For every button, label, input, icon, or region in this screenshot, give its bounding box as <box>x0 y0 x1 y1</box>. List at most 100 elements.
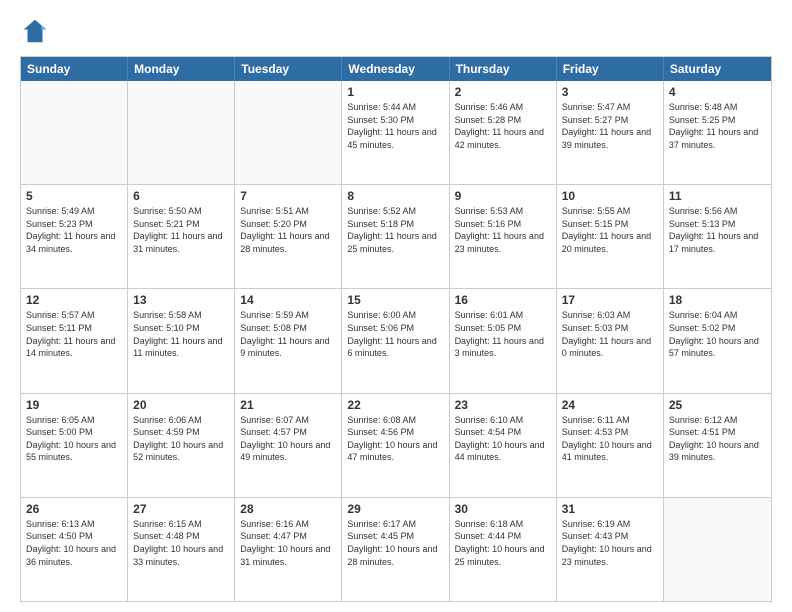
cal-cell: 2 Sunrise: 5:46 AM Sunset: 5:28 PM Daylig… <box>450 81 557 184</box>
calendar: SundayMondayTuesdayWednesdayThursdayFrid… <box>20 56 772 602</box>
day-header-wednesday: Wednesday <box>342 57 449 81</box>
day-number: 11 <box>669 189 766 203</box>
cal-cell: 24 Sunrise: 6:11 AM Sunset: 4:53 PM Dayli… <box>557 394 664 497</box>
cal-cell <box>128 81 235 184</box>
cell-details: Sunrise: 5:44 AM Sunset: 5:30 PM Dayligh… <box>347 101 443 151</box>
cell-details: Sunrise: 6:13 AM Sunset: 4:50 PM Dayligh… <box>26 518 122 568</box>
cal-cell: 26 Sunrise: 6:13 AM Sunset: 4:50 PM Dayli… <box>21 498 128 601</box>
week-row-5: 26 Sunrise: 6:13 AM Sunset: 4:50 PM Dayli… <box>21 498 771 601</box>
cal-cell: 31 Sunrise: 6:19 AM Sunset: 4:43 PM Dayli… <box>557 498 664 601</box>
cal-cell: 25 Sunrise: 6:12 AM Sunset: 4:51 PM Dayli… <box>664 394 771 497</box>
cell-details: Sunrise: 6:07 AM Sunset: 4:57 PM Dayligh… <box>240 414 336 464</box>
cal-cell: 14 Sunrise: 5:59 AM Sunset: 5:08 PM Dayli… <box>235 289 342 392</box>
week-row-3: 12 Sunrise: 5:57 AM Sunset: 5:11 PM Dayli… <box>21 289 771 393</box>
cell-details: Sunrise: 6:04 AM Sunset: 5:02 PM Dayligh… <box>669 309 766 359</box>
cell-details: Sunrise: 5:52 AM Sunset: 5:18 PM Dayligh… <box>347 205 443 255</box>
cell-details: Sunrise: 6:06 AM Sunset: 4:59 PM Dayligh… <box>133 414 229 464</box>
cell-details: Sunrise: 5:55 AM Sunset: 5:15 PM Dayligh… <box>562 205 658 255</box>
cal-cell: 17 Sunrise: 6:03 AM Sunset: 5:03 PM Dayli… <box>557 289 664 392</box>
day-number: 19 <box>26 398 122 412</box>
day-number: 8 <box>347 189 443 203</box>
cell-details: Sunrise: 6:11 AM Sunset: 4:53 PM Dayligh… <box>562 414 658 464</box>
day-header-sunday: Sunday <box>21 57 128 81</box>
day-number: 14 <box>240 293 336 307</box>
cal-cell: 18 Sunrise: 6:04 AM Sunset: 5:02 PM Dayli… <box>664 289 771 392</box>
cal-cell: 21 Sunrise: 6:07 AM Sunset: 4:57 PM Dayli… <box>235 394 342 497</box>
day-number: 29 <box>347 502 443 516</box>
cell-details: Sunrise: 6:03 AM Sunset: 5:03 PM Dayligh… <box>562 309 658 359</box>
cal-cell: 6 Sunrise: 5:50 AM Sunset: 5:21 PM Daylig… <box>128 185 235 288</box>
cal-cell: 5 Sunrise: 5:49 AM Sunset: 5:23 PM Daylig… <box>21 185 128 288</box>
day-number: 10 <box>562 189 658 203</box>
day-number: 24 <box>562 398 658 412</box>
cal-cell: 28 Sunrise: 6:16 AM Sunset: 4:47 PM Dayli… <box>235 498 342 601</box>
cell-details: Sunrise: 6:00 AM Sunset: 5:06 PM Dayligh… <box>347 309 443 359</box>
cell-details: Sunrise: 6:01 AM Sunset: 5:05 PM Dayligh… <box>455 309 551 359</box>
cal-cell: 9Sunrise: 5:53 AM Sunset: 5:16 PM Daylig… <box>450 185 557 288</box>
day-number: 7 <box>240 189 336 203</box>
day-number: 31 <box>562 502 658 516</box>
day-number: 3 <box>562 85 658 99</box>
cell-details: Sunrise: 5:48 AM Sunset: 5:25 PM Dayligh… <box>669 101 766 151</box>
day-number: 28 <box>240 502 336 516</box>
logo <box>20 16 54 46</box>
cal-cell: 27Sunrise: 6:15 AM Sunset: 4:48 PM Dayli… <box>128 498 235 601</box>
cell-details: Sunrise: 5:47 AM Sunset: 5:27 PM Dayligh… <box>562 101 658 151</box>
day-number: 25 <box>669 398 766 412</box>
cell-details: Sunrise: 6:10 AM Sunset: 4:54 PM Dayligh… <box>455 414 551 464</box>
day-header-thursday: Thursday <box>450 57 557 81</box>
cal-cell: 10 Sunrise: 5:55 AM Sunset: 5:15 PM Dayli… <box>557 185 664 288</box>
cell-details: Sunrise: 6:05 AM Sunset: 5:00 PM Dayligh… <box>26 414 122 464</box>
calendar-body: 1Sunrise: 5:44 AM Sunset: 5:30 PM Daylig… <box>21 81 771 601</box>
cell-details: Sunrise: 6:19 AM Sunset: 4:43 PM Dayligh… <box>562 518 658 568</box>
cal-cell: 3 Sunrise: 5:47 AM Sunset: 5:27 PM Daylig… <box>557 81 664 184</box>
cell-details: Sunrise: 6:16 AM Sunset: 4:47 PM Dayligh… <box>240 518 336 568</box>
day-number: 2 <box>455 85 551 99</box>
day-header-tuesday: Tuesday <box>235 57 342 81</box>
cal-cell <box>21 81 128 184</box>
day-number: 16 <box>455 293 551 307</box>
cell-details: Sunrise: 5:50 AM Sunset: 5:21 PM Dayligh… <box>133 205 229 255</box>
day-number: 23 <box>455 398 551 412</box>
day-number: 27 <box>133 502 229 516</box>
day-number: 30 <box>455 502 551 516</box>
cell-details: Sunrise: 6:12 AM Sunset: 4:51 PM Dayligh… <box>669 414 766 464</box>
day-header-friday: Friday <box>557 57 664 81</box>
cal-cell: 1Sunrise: 5:44 AM Sunset: 5:30 PM Daylig… <box>342 81 449 184</box>
cell-details: Sunrise: 5:51 AM Sunset: 5:20 PM Dayligh… <box>240 205 336 255</box>
cell-details: Sunrise: 5:56 AM Sunset: 5:13 PM Dayligh… <box>669 205 766 255</box>
cal-cell: 30 Sunrise: 6:18 AM Sunset: 4:44 PM Dayli… <box>450 498 557 601</box>
cell-details: Sunrise: 6:18 AM Sunset: 4:44 PM Dayligh… <box>455 518 551 568</box>
cell-details: Sunrise: 5:57 AM Sunset: 5:11 PM Dayligh… <box>26 309 122 359</box>
cal-cell: 19 Sunrise: 6:05 AM Sunset: 5:00 PM Dayli… <box>21 394 128 497</box>
cell-details: Sunrise: 6:17 AM Sunset: 4:45 PM Dayligh… <box>347 518 443 568</box>
cal-cell: 11 Sunrise: 5:56 AM Sunset: 5:13 PM Dayli… <box>664 185 771 288</box>
cell-details: Sunrise: 5:53 AM Sunset: 5:16 PM Dayligh… <box>455 205 551 255</box>
day-number: 22 <box>347 398 443 412</box>
day-number: 17 <box>562 293 658 307</box>
day-number: 18 <box>669 293 766 307</box>
cell-details: Sunrise: 5:58 AM Sunset: 5:10 PM Dayligh… <box>133 309 229 359</box>
day-header-saturday: Saturday <box>664 57 771 81</box>
cell-details: Sunrise: 5:46 AM Sunset: 5:28 PM Dayligh… <box>455 101 551 151</box>
cal-cell: 4 Sunrise: 5:48 AM Sunset: 5:25 PM Daylig… <box>664 81 771 184</box>
day-number: 15 <box>347 293 443 307</box>
cal-cell: 13Sunrise: 5:58 AM Sunset: 5:10 PM Dayli… <box>128 289 235 392</box>
day-number: 12 <box>26 293 122 307</box>
logo-icon <box>20 16 50 46</box>
cal-cell: 29 Sunrise: 6:17 AM Sunset: 4:45 PM Dayli… <box>342 498 449 601</box>
cal-cell: 8 Sunrise: 5:52 AM Sunset: 5:18 PM Daylig… <box>342 185 449 288</box>
cell-details: Sunrise: 5:49 AM Sunset: 5:23 PM Dayligh… <box>26 205 122 255</box>
cell-details: Sunrise: 5:59 AM Sunset: 5:08 PM Dayligh… <box>240 309 336 359</box>
calendar-header: SundayMondayTuesdayWednesdayThursdayFrid… <box>21 57 771 81</box>
page: SundayMondayTuesdayWednesdayThursdayFrid… <box>0 0 792 612</box>
day-header-monday: Monday <box>128 57 235 81</box>
day-number: 5 <box>26 189 122 203</box>
cal-cell: 7 Sunrise: 5:51 AM Sunset: 5:20 PM Daylig… <box>235 185 342 288</box>
day-number: 6 <box>133 189 229 203</box>
day-number: 26 <box>26 502 122 516</box>
day-number: 20 <box>133 398 229 412</box>
day-number: 21 <box>240 398 336 412</box>
cal-cell: 23 Sunrise: 6:10 AM Sunset: 4:54 PM Dayli… <box>450 394 557 497</box>
day-number: 4 <box>669 85 766 99</box>
